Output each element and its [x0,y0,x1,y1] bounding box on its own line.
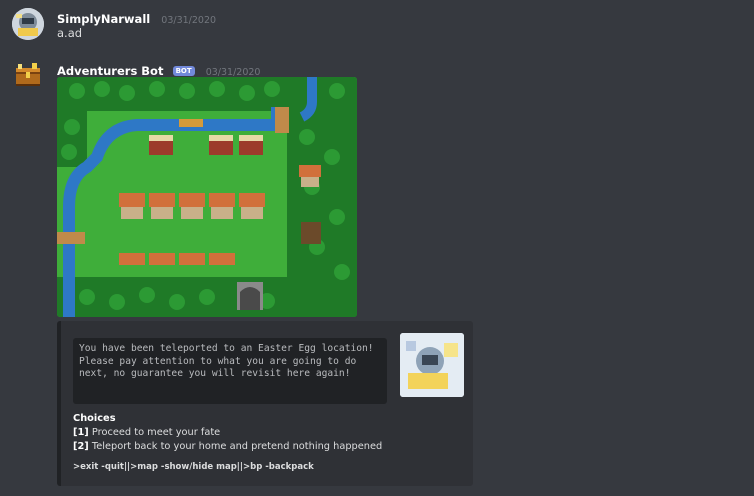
choice-2: [2] Teleport back to your home and prete… [73,441,383,452]
choice-1: [1] Proceed to meet your fate [73,427,221,438]
bot-badge: BOT [172,66,195,76]
timestamp: 03/31/2020 [161,15,217,26]
embed-thumbnail[interactable] [400,333,464,397]
embed: You have been teleported to an Easter Eg… [57,321,473,486]
command-help: >exit -quit||>map -show/hide map||>bp -b… [73,462,314,472]
map-image[interactable] [57,77,357,317]
username[interactable]: SimplyNarwall [57,12,150,26]
treasure-chest-icon [16,63,40,86]
username[interactable]: Adventurers Bot [57,64,163,78]
code-block: You have been teleported to an Easter Eg… [73,338,387,404]
avatar[interactable] [12,8,44,40]
message-content: a.ad [57,26,83,40]
avatar[interactable] [12,60,44,92]
choices: Choices [1] Proceed to meet your fate [2… [73,412,382,454]
choices-title: Choices [73,413,116,424]
